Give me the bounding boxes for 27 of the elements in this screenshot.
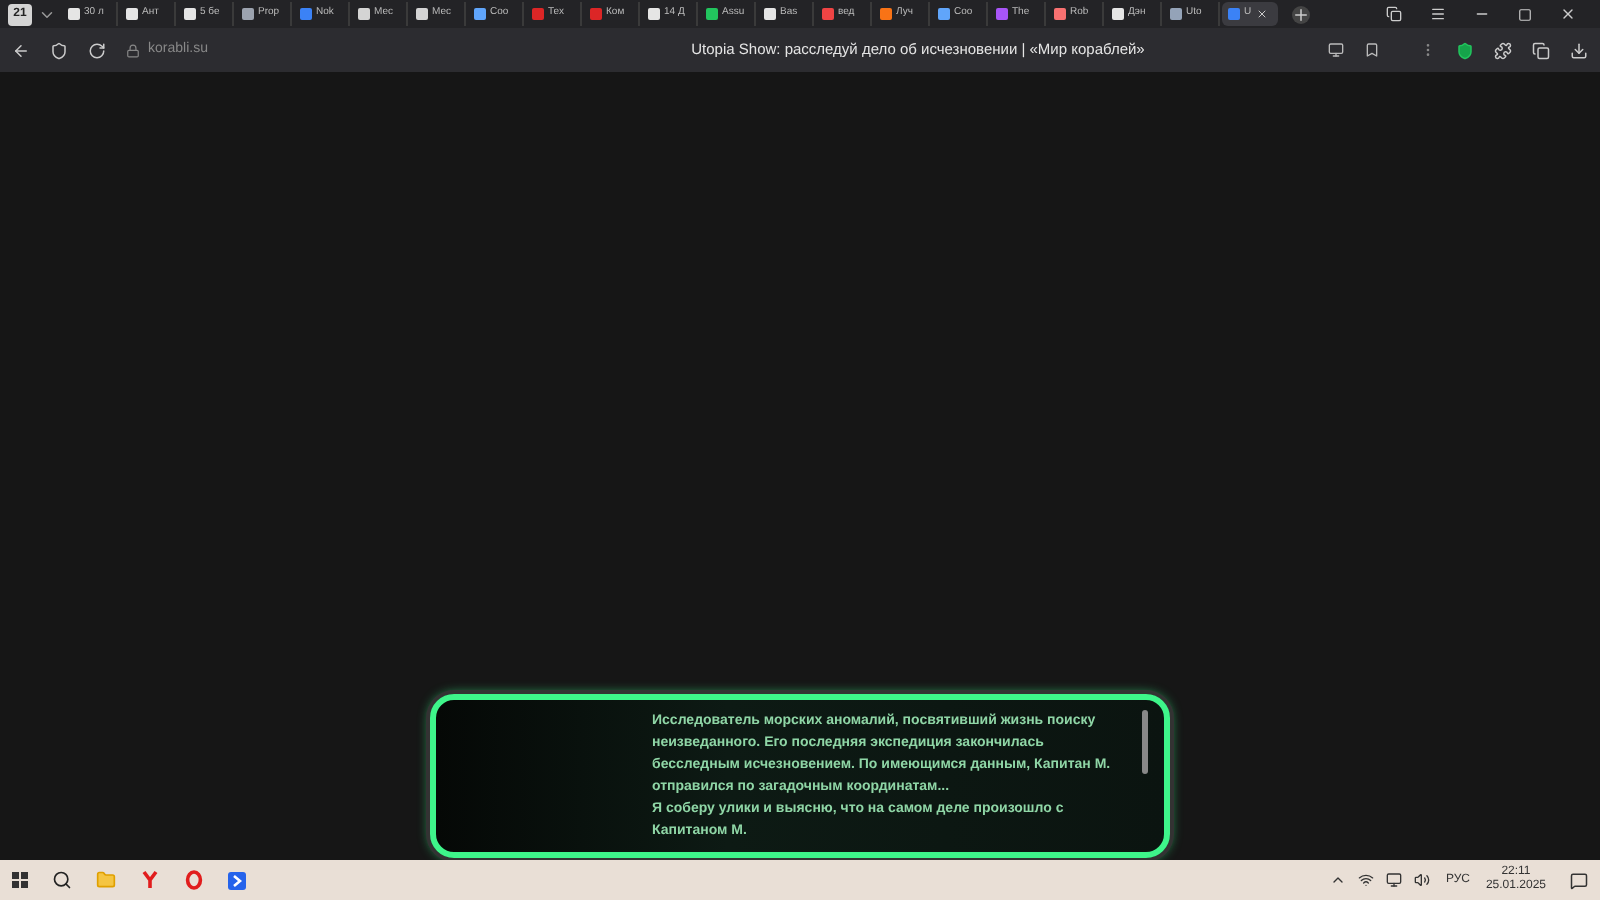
volume-icon[interactable] <box>1413 872 1430 888</box>
menu-icon[interactable] <box>1430 6 1446 22</box>
windows-icon[interactable] <box>12 872 28 888</box>
scrollbar[interactable] <box>1142 710 1148 774</box>
notifications-icon[interactable] <box>1570 871 1588 889</box>
puzzle-icon[interactable] <box>1494 41 1512 59</box>
chevron-up-icon[interactable] <box>1329 872 1346 888</box>
bookmark-icon[interactable] <box>1364 42 1380 58</box>
search-icon[interactable] <box>52 870 72 890</box>
network-icon[interactable] <box>1357 872 1374 888</box>
shield-icon[interactable] <box>1456 41 1474 59</box>
back-icon[interactable] <box>12 41 30 59</box>
o-logo-icon[interactable] <box>184 870 204 890</box>
reload-icon[interactable] <box>88 41 106 59</box>
monitor-icon[interactable] <box>1385 872 1402 888</box>
close-icon[interactable] <box>1560 6 1576 22</box>
screen-icon[interactable] <box>1328 42 1344 58</box>
collections-icon[interactable] <box>1532 41 1550 59</box>
download-icon[interactable] <box>1570 41 1588 59</box>
maximize-icon[interactable] <box>1518 7 1532 21</box>
close-icon[interactable] <box>1255 8 1268 20</box>
y-logo-icon[interactable] <box>140 870 160 890</box>
tabs-icon[interactable] <box>1386 6 1402 22</box>
shield-icon[interactable] <box>50 41 68 59</box>
arrow-app-icon[interactable] <box>228 871 246 889</box>
lock-icon <box>126 43 140 57</box>
new-tab-icon[interactable] <box>1292 5 1310 23</box>
